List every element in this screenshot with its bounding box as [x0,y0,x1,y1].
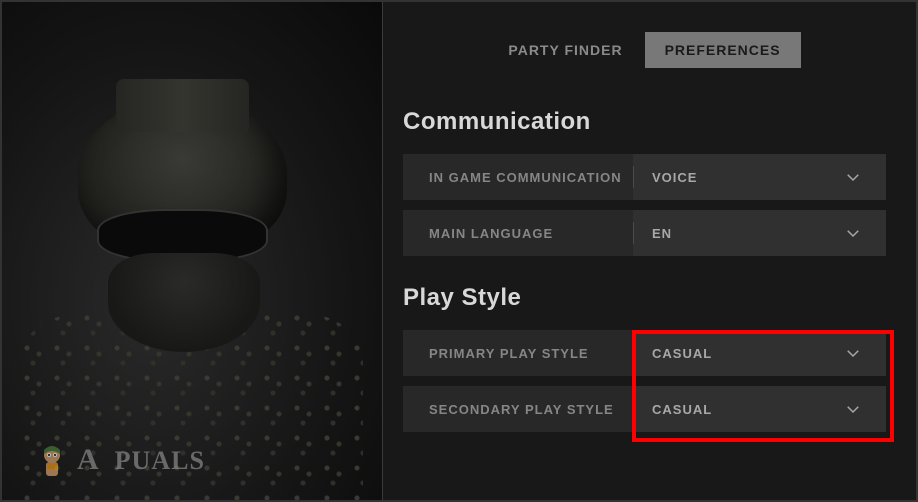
value-secondary-play-style: CASUAL [652,402,712,417]
label-primary-play-style: PRIMARY PLAY STYLE [403,330,633,376]
dropdown-in-game-communication[interactable]: VOICE [633,154,886,200]
watermark-logo: A PUALS [32,440,205,480]
section-play-style: Play Style PRIMARY PLAY STYLE CASUAL [403,284,886,460]
heading-communication: Communication [403,108,886,136]
app-root: A PUALS PARTY FINDER PREFERENCES Communi… [2,2,916,500]
chevron-down-icon [844,400,862,418]
row-main-language: MAIN LANGUAGE EN [403,210,886,256]
section-communication: Communication IN GAME COMMUNICATION VOIC… [403,108,886,284]
tab-bar: PARTY FINDER PREFERENCES [403,32,886,68]
label-main-language: MAIN LANGUAGE [403,210,633,256]
tab-preferences[interactable]: PREFERENCES [645,32,801,68]
character-preview-panel: A PUALS [2,2,382,500]
dropdown-primary-play-style[interactable]: CASUAL [633,330,886,376]
value-main-language: EN [652,226,672,241]
soldier-avatar [2,52,382,500]
label-in-game-communication: IN GAME COMMUNICATION [403,154,633,200]
row-in-game-communication: IN GAME COMMUNICATION VOICE [403,154,886,200]
value-in-game-communication: VOICE [652,170,697,185]
settings-panel: PARTY FINDER PREFERENCES Communication I… [383,2,916,500]
row-primary-play-style: PRIMARY PLAY STYLE CASUAL [403,330,886,376]
label-secondary-play-style: SECONDARY PLAY STYLE [403,386,633,432]
chevron-down-icon [844,168,862,186]
row-secondary-play-style: SECONDARY PLAY STYLE CASUAL [403,386,886,432]
watermark-text: A PUALS [77,443,205,477]
value-primary-play-style: CASUAL [652,346,712,361]
dropdown-secondary-play-style[interactable]: CASUAL [633,386,886,432]
heading-play-style: Play Style [403,284,886,312]
dropdown-main-language[interactable]: EN [633,210,886,256]
chevron-down-icon [844,344,862,362]
chevron-down-icon [844,224,862,242]
watermark-icon [32,440,72,480]
tab-party-finder[interactable]: PARTY FINDER [488,32,642,68]
